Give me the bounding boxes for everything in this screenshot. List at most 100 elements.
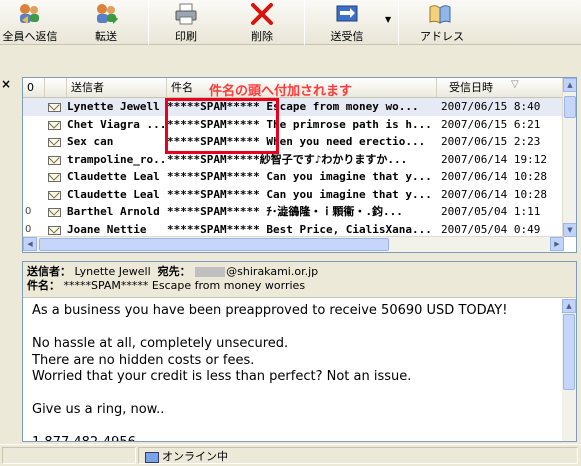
sort-descending-icon: ▽ xyxy=(511,79,519,90)
body-line xyxy=(32,386,564,403)
to-value: @shirakami.or.jp xyxy=(226,265,319,278)
send-receive-dropdown-arrow-icon[interactable]: ▼ xyxy=(385,15,391,24)
received-date: 2007/06/14 10:28 xyxy=(441,187,547,201)
sender: Barthel Arnold xyxy=(67,205,160,218)
message-row[interactable]: Claudette Leal *****SPAM***** Can you ima… xyxy=(23,168,564,186)
subject: *****SPAM***** Escape from money wo... xyxy=(167,100,419,113)
attachment-column-header[interactable]: 0 xyxy=(23,78,45,97)
message-row[interactable]: Sex can *****SPAM***** When you need erec… xyxy=(23,133,564,151)
list-vertical-scrollbar[interactable]: ▲ ▼ xyxy=(562,78,576,237)
message-row[interactable]: Lynette Jewell *****SPAM***** Escape from… xyxy=(23,98,564,116)
sender: Lynette Jewell xyxy=(67,100,160,113)
envelope-icon xyxy=(48,186,64,204)
forward-button[interactable]: 転送 xyxy=(86,2,126,43)
scroll-up-icon[interactable]: ▲ xyxy=(563,78,576,92)
body-line xyxy=(32,419,564,436)
message-row[interactable]: trampoline_ro... *****SPAM*****紗智子です♪わかりま… xyxy=(23,151,564,169)
address-book-button[interactable]: アドレス xyxy=(420,2,464,43)
date-column-header[interactable]: 受信日時 xyxy=(437,78,564,97)
pane-splitter[interactable] xyxy=(16,254,581,261)
body-line: As a business you have been preapproved … xyxy=(32,303,508,318)
forward-icon xyxy=(97,4,118,24)
reply-all-label: 全員へ返信 xyxy=(2,30,58,43)
to-label: 宛先： xyxy=(157,265,191,278)
received-date: 2007/06/14 19:12 xyxy=(441,152,547,166)
delete-label: 削除 xyxy=(251,30,273,43)
envelope-icon xyxy=(48,168,64,186)
mail-client-window: 全員へ返信 転送 印刷 削除 送受信 ▼ アドレス × 0 送信者 件名 受信日… xyxy=(0,0,581,466)
envelope-icon xyxy=(48,133,64,151)
body-line: 1 877 482-4956 xyxy=(32,435,564,441)
received-date: 2007/06/15 8:40 xyxy=(441,100,541,113)
date-header-label: 受信日時 xyxy=(449,81,493,94)
delete-button[interactable]: 削除 xyxy=(244,2,280,43)
list-horizontal-scrollbar[interactable]: ◀ ▶ xyxy=(23,236,564,252)
subject: *****SPAM***** When you need erectio... xyxy=(167,135,426,148)
toolbar: 全員へ返信 転送 印刷 削除 送受信 ▼ アドレス xyxy=(0,0,581,45)
horizontal-scroll-thumb[interactable] xyxy=(39,238,389,251)
send-receive-button[interactable]: 送受信 xyxy=(326,2,368,43)
message-body: As a business you have been preapproved … xyxy=(23,299,564,441)
send-receive-label: 送受信 xyxy=(330,30,364,43)
sender: trampoline_ro... xyxy=(67,152,167,166)
subject: *****SPAM***** The primrose path is h... xyxy=(167,117,432,131)
read-column-header[interactable] xyxy=(45,78,67,97)
attachment-header-label: 0 xyxy=(27,81,34,94)
envelope-icon xyxy=(48,116,64,134)
preview-pane: 送信者： Lynette Jewell 宛先： @shirakami.or.jp… xyxy=(22,261,577,442)
toolbar-separator xyxy=(398,0,399,45)
body-line: There are no hidden costs or fees. xyxy=(32,352,255,368)
body-line: No hassle at all, completely unsecured. xyxy=(32,336,289,351)
list-header: 0 送信者 件名 受信日時 件名の頭へ付加されます ▽ xyxy=(23,78,564,99)
from-label: 送信者： xyxy=(27,265,71,278)
preview-vertical-scrollbar[interactable]: ▲ xyxy=(562,299,576,441)
message-row[interactable]: 0 Barthel Arnold *****SPAM***** ﾁ･澁鵒隆・ｉ顆衞・… xyxy=(23,203,564,221)
scroll-right-icon[interactable]: ▶ xyxy=(550,237,564,251)
address-book-icon xyxy=(429,5,451,24)
sender: Chet Viagra ... xyxy=(67,117,167,131)
toolbar-separator xyxy=(148,0,149,45)
sender: Claudette Leal xyxy=(67,187,160,201)
close-icon[interactable]: × xyxy=(1,77,11,91)
envelope-icon xyxy=(48,98,64,116)
message-row[interactable]: Claudette Leal *****SPAM***** Can you ima… xyxy=(23,186,564,204)
subject-value: *****SPAM***** Escape from money worries xyxy=(63,279,306,292)
print-button[interactable]: 印刷 xyxy=(166,2,206,43)
subject-header-label: 件名 xyxy=(171,81,193,94)
body-line: Give us a ring, now.. xyxy=(32,402,165,417)
envelope-icon xyxy=(48,203,64,221)
message-row[interactable]: Chet Viagra ... *****SPAM***** The primro… xyxy=(23,116,564,134)
online-status: オンライン中 xyxy=(145,448,228,464)
sender: Claudette Leal xyxy=(67,170,160,183)
printer-icon xyxy=(175,3,197,25)
reply-all-icon xyxy=(20,4,39,24)
received-date: 2007/06/15 6:21 xyxy=(441,117,541,131)
online-label: オンライン中 xyxy=(162,450,228,463)
envelope-icon xyxy=(48,151,64,169)
sender: Sex can xyxy=(67,135,114,148)
received-date: 2007/05/04 1:11 xyxy=(441,205,541,218)
scroll-up-icon[interactable]: ▲ xyxy=(562,299,576,313)
preview-scroll-thumb[interactable] xyxy=(563,314,575,390)
print-label: 印刷 xyxy=(175,30,197,43)
from-column-header[interactable]: 送信者 xyxy=(67,78,167,97)
body-line: Worried that your credit is less than pe… xyxy=(32,369,412,384)
subject: *****SPAM*****紗智子です♪わかりますか... xyxy=(167,152,408,166)
body-line xyxy=(32,320,564,337)
forward-label: 転送 xyxy=(95,30,117,43)
subject: *****SPAM***** Can you imagine that y... xyxy=(167,187,432,201)
subject: *****SPAM***** ﾁ･澁鵒隆・ｉ顆衞・.鈞... xyxy=(167,205,403,218)
subject: *****SPAM***** Can you imagine that y... xyxy=(167,170,432,183)
folder-pane-edge xyxy=(0,75,16,445)
message-rows: Lynette Jewell *****SPAM***** Escape from… xyxy=(23,98,564,238)
received-date: 2007/06/15 2:23 xyxy=(441,135,541,148)
reply-all-button[interactable]: 全員へ返信 xyxy=(0,2,60,43)
attachment-indicator: 0 xyxy=(25,206,32,217)
from-header-label: 送信者 xyxy=(71,81,104,94)
scroll-thumb[interactable] xyxy=(564,96,576,118)
address-label: アドレス xyxy=(420,30,464,43)
subject-label: 件名： xyxy=(27,279,60,292)
scroll-down-icon[interactable]: ▼ xyxy=(563,223,576,237)
scroll-left-icon[interactable]: ◀ xyxy=(23,237,37,251)
computer-icon xyxy=(145,451,159,463)
